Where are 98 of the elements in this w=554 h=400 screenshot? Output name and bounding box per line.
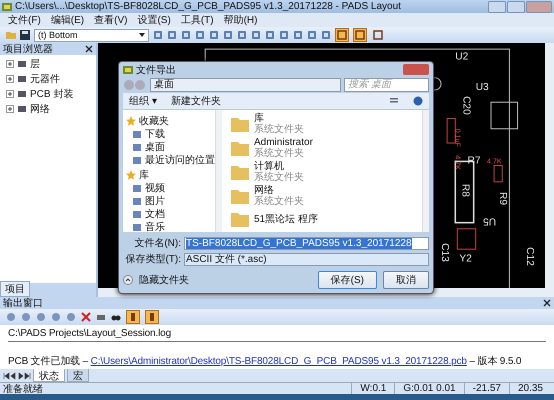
file-name[interactable]: 51黑论坛 程序	[254, 214, 318, 224]
expand-icon[interactable]	[6, 75, 14, 83]
file-type: 系统文件夹	[254, 172, 304, 183]
file-name[interactable]: 计算机	[254, 161, 304, 172]
file-name[interactable]: Administrator	[254, 137, 313, 148]
dropdown-arrow-icon	[138, 30, 146, 38]
log-line: C:\PADS Projects\Layout_Session.log	[8, 328, 546, 342]
file-link[interactable]: C:\Users\Administrator\Desktop\TS-BF8028LCD_G_PCB_PADS95 v1.3_20171228.pcb	[90, 356, 467, 367]
pad	[494, 165, 503, 182]
app-icon	[2, 2, 12, 12]
app-icon	[123, 64, 133, 74]
tab-navigation-icon[interactable]	[3, 372, 31, 380]
address-bar[interactable]: 桌面	[150, 78, 341, 92]
nav-item[interactable]: 收藏夹	[139, 114, 169, 128]
maximize-button[interactable]	[507, 0, 525, 12]
file-type: 系统文件夹	[254, 196, 304, 207]
tree-item[interactable]: 层	[30, 57, 40, 71]
vertical-scrollbar[interactable]	[545, 43, 554, 297]
nav-item[interactable]: 库	[139, 168, 149, 182]
expand-icon[interactable]	[6, 90, 14, 98]
tree-item[interactable]: PCB 封装	[30, 87, 74, 101]
save-icon[interactable]	[20, 30, 30, 40]
dialog-title: 文件导出	[136, 64, 177, 76]
component-label: 4.7K	[453, 155, 462, 170]
nav-scrollbar[interactable]	[215, 110, 222, 232]
menu-item[interactable]: 文件(F)	[8, 13, 41, 27]
expand-icon[interactable]	[6, 60, 14, 68]
component-label: Y2	[459, 253, 472, 264]
field-label: 保存类型(T):	[124, 252, 181, 266]
expand-icon[interactable]	[6, 105, 14, 113]
component-label: 4.7K	[486, 157, 502, 166]
file-type-dropdown[interactable]: ASCII 文件 (*.asc)	[184, 252, 429, 266]
help-icon[interactable]	[413, 96, 423, 106]
panel-title: 项目浏览器	[3, 42, 53, 56]
tree-item[interactable]: 元器件	[30, 72, 60, 86]
component-label: C13	[439, 243, 450, 262]
component-label: C12	[524, 247, 535, 266]
minimize-button[interactable]	[488, 0, 506, 12]
toolbar-button[interactable]: 组织 ▾	[129, 94, 157, 108]
close-icon[interactable]	[85, 45, 93, 53]
component-outline	[490, 102, 518, 130]
component-label: R8	[459, 184, 470, 197]
panel-tab[interactable]: 项目	[0, 281, 30, 297]
tree-node-icon	[17, 104, 27, 114]
component-label: C20	[460, 96, 472, 115]
tree-node-icon	[17, 89, 27, 99]
nav-item[interactable]: 音乐	[145, 220, 165, 232]
file-type: 系统文件夹	[254, 148, 305, 159]
nav-item[interactable]: 视频	[145, 180, 165, 194]
toggle-button[interactable]	[145, 310, 159, 324]
hide-folders-toggle[interactable]: 隐藏文件夹	[139, 273, 189, 287]
menu-item[interactable]: 编辑(E)	[50, 13, 84, 27]
dialog-button[interactable]: 保存(S)	[318, 271, 377, 289]
tree-node-icon	[17, 74, 27, 84]
file-scrollbar[interactable]	[422, 110, 429, 232]
filename-field[interactable]: TS-BF8028LCD_G_PCB_PADS95 v1.3_20171228	[184, 236, 429, 250]
nav-item[interactable]: 桌面	[145, 140, 165, 154]
component-label: U3	[476, 82, 489, 93]
toggle-button[interactable]	[353, 28, 367, 42]
log-line: PCB 文件已加载 – C:\Users\Administrator\Desktop\TS-BF8028LCD_G_PCB_PADS95 v1.3_20171228.pcb – 版本 9.5.0	[8, 354, 522, 368]
menu-item[interactable]: 查看(V)	[94, 13, 128, 27]
menu-item[interactable]: 帮助(H)	[224, 13, 258, 27]
selected-text: TS-BF8028LCD_G_PCB_PADS95 v1.3_20171228	[186, 238, 412, 248]
star-icon	[126, 116, 136, 126]
nav-item[interactable]: 最近访问的位置	[145, 152, 215, 166]
layer-dropdown[interactable]: (t) Bottom	[34, 28, 149, 42]
field-label: 文件名(N):	[133, 236, 181, 250]
pad	[456, 228, 476, 250]
file-name[interactable]: 库	[254, 113, 304, 124]
menu-item[interactable]: 工具(T)	[180, 13, 214, 27]
component-label: U2	[455, 51, 468, 62]
nav-item[interactable]: 下载	[145, 126, 165, 140]
window-title: C:\Users\...\Desktop\TS-BF8028LCD_G_PCB_PADS95 v1.3_20171228 - PADS Layout	[15, 1, 402, 12]
pad	[446, 118, 456, 144]
toolbar-button[interactable]: 新建文件夹	[170, 94, 221, 108]
output-tab[interactable]: 宏	[67, 369, 89, 382]
toggle-button[interactable]	[371, 28, 385, 42]
dialog-button[interactable]: 取消	[383, 271, 429, 289]
nav-item[interactable]: 文档	[145, 206, 165, 220]
star-icon	[126, 170, 136, 180]
toggle-button[interactable]	[335, 28, 349, 42]
tree-item[interactable]: 网络	[30, 102, 50, 116]
status-message: 准备就绪	[3, 382, 44, 396]
panel-title: 输出窗口	[3, 296, 43, 310]
component-label: 0.1uF	[453, 128, 462, 147]
file-type: 系统文件夹	[254, 124, 304, 135]
nav-item[interactable]: 图片	[145, 194, 165, 208]
menu-item[interactable]: 设置(S)	[137, 13, 171, 27]
output-tab[interactable]: 状态	[33, 369, 65, 382]
component-label: R7	[468, 155, 481, 166]
close-button[interactable]	[526, 0, 552, 12]
close-icon[interactable]	[543, 299, 551, 307]
component-label: R9	[497, 192, 508, 206]
tree-node-icon	[17, 59, 27, 69]
file-name[interactable]: 网络	[254, 185, 304, 196]
toggle-button[interactable]	[126, 310, 140, 324]
component-label: U5	[483, 216, 496, 227]
chevron-up-icon[interactable]	[123, 275, 133, 285]
